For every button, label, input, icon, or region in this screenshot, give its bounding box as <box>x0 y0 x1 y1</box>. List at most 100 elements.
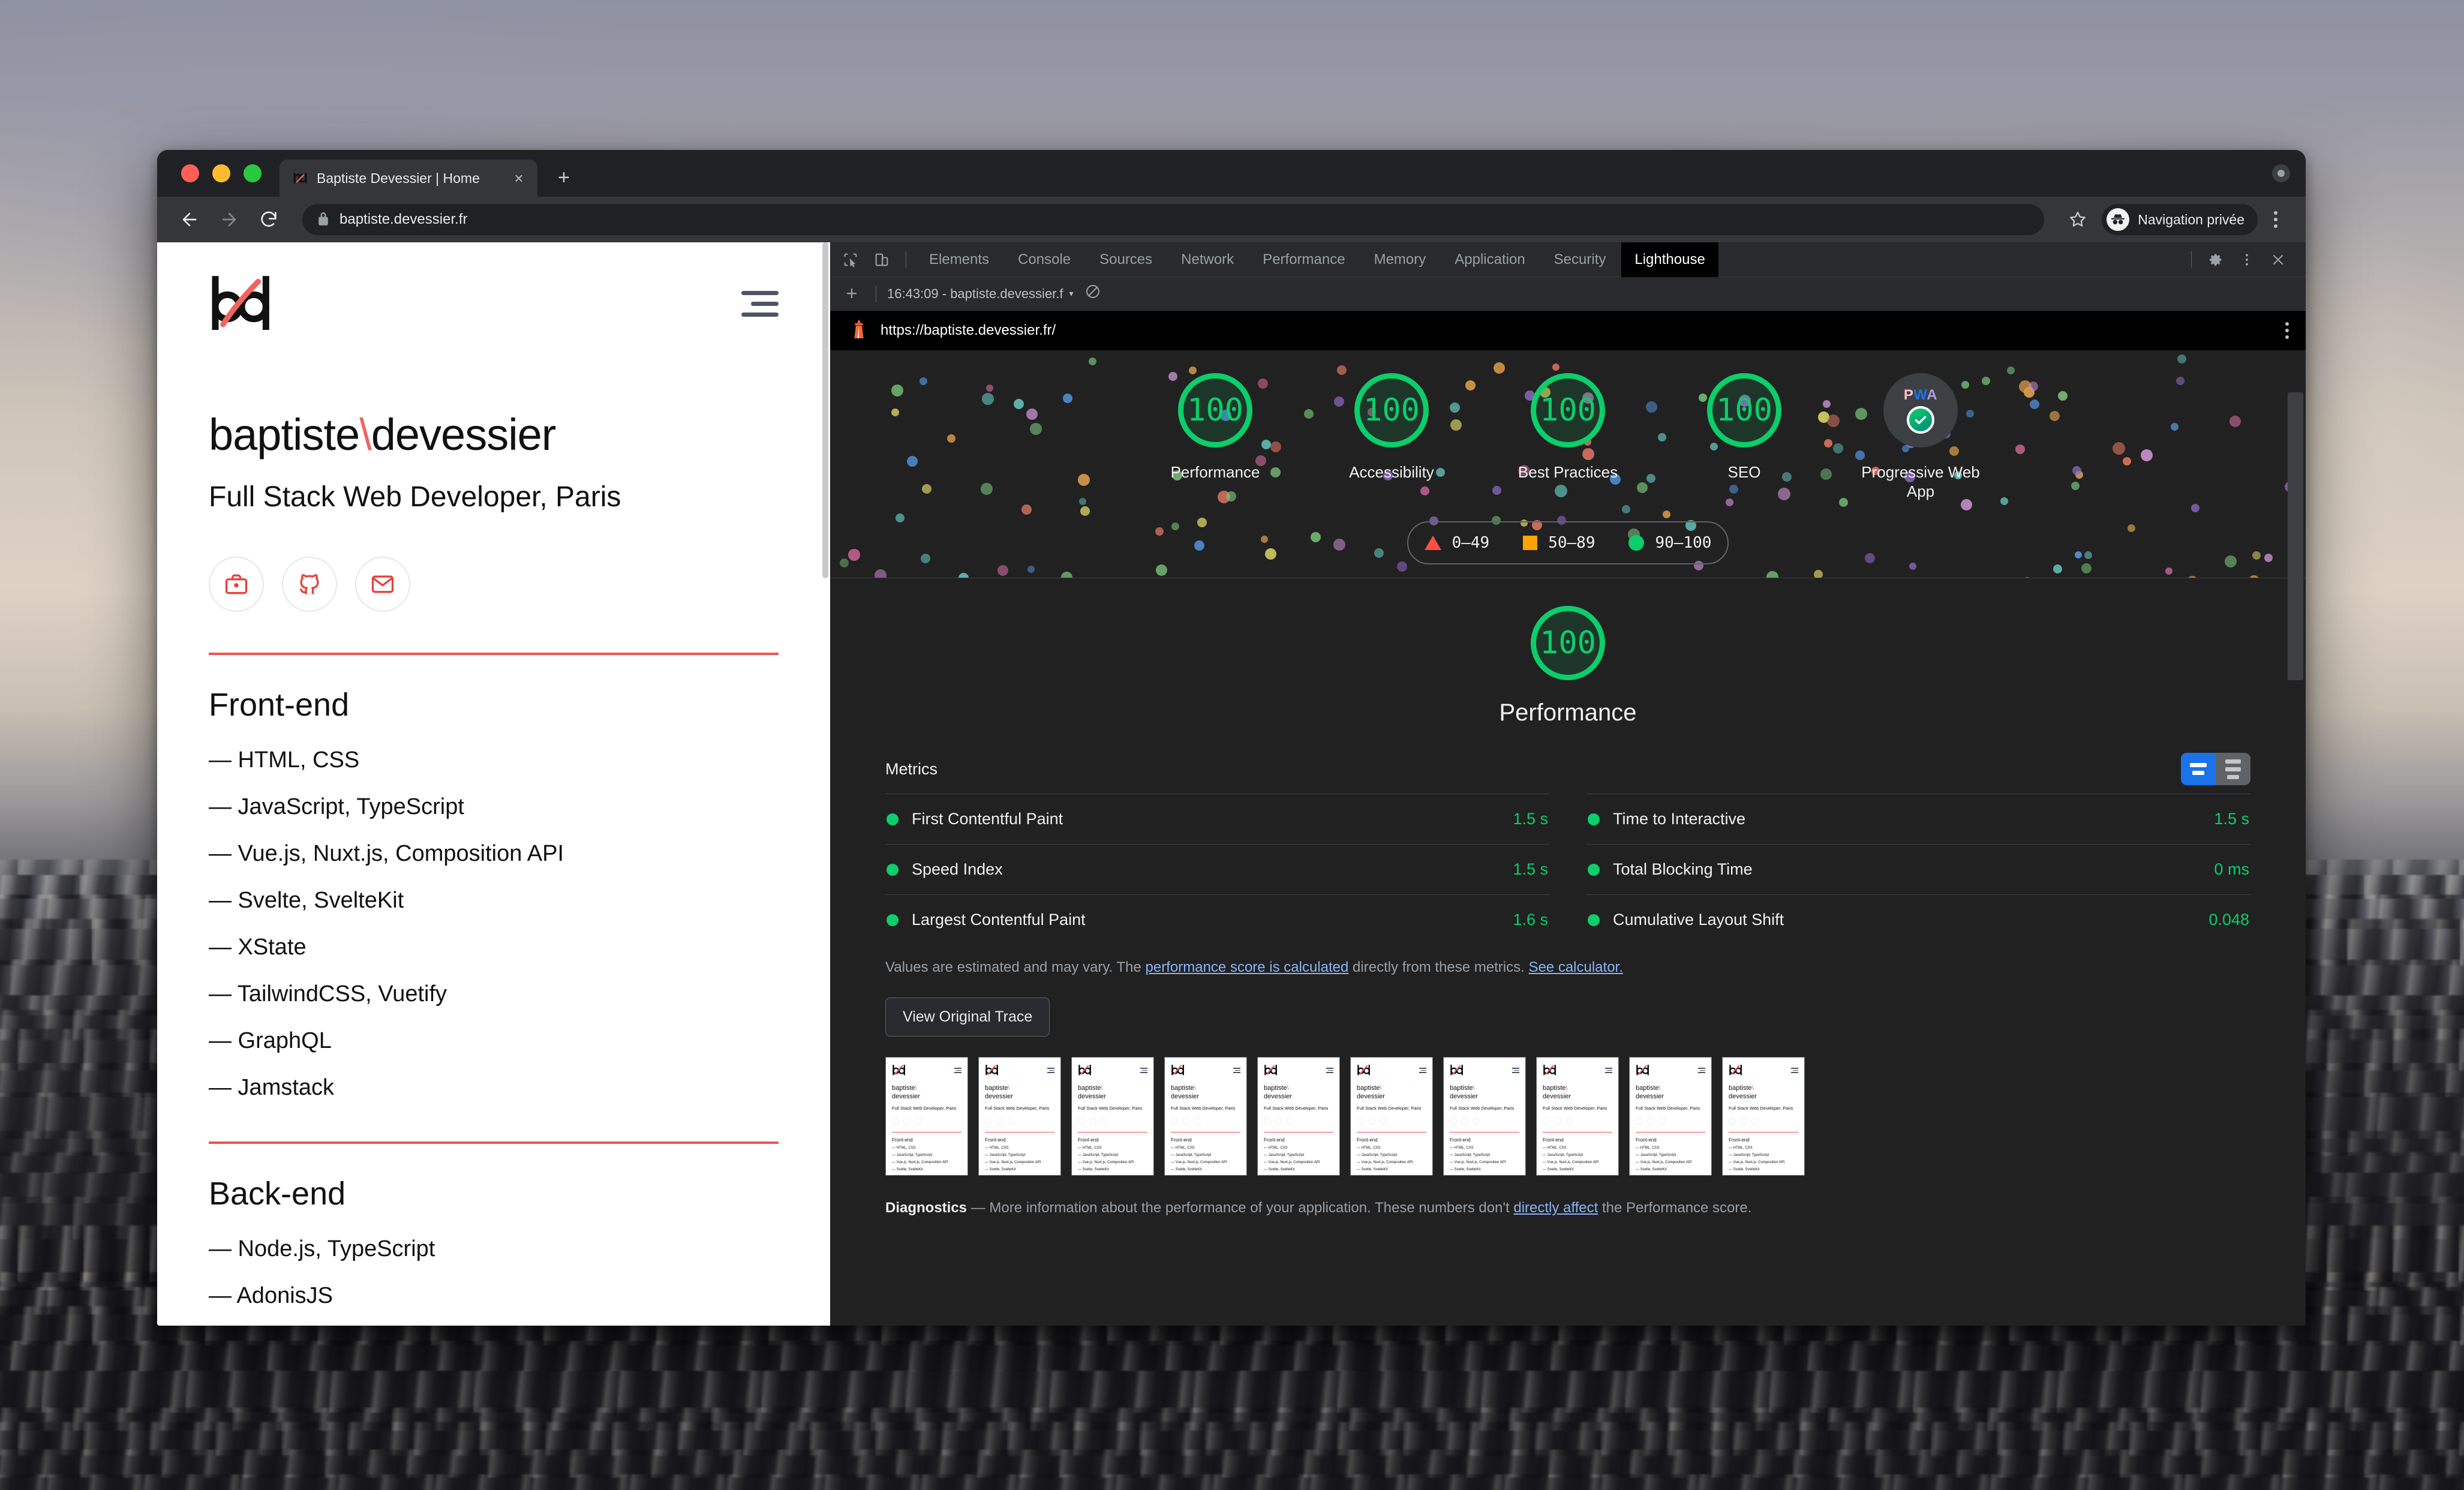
site-scrollbar[interactable] <box>822 242 828 578</box>
filmstrip-frame: baptiste\ devessier Full Stack Web Develop… <box>1536 1057 1619 1176</box>
metric-row[interactable]: Time to Interactive 1.5 s <box>1586 794 2250 844</box>
list-item: — JavaScript, TypeScript <box>209 794 464 819</box>
metrics-view-toggle[interactable] <box>2181 753 2250 786</box>
new-audit-button[interactable]: + <box>839 283 865 305</box>
diagnostics-dash: — <box>970 1200 985 1216</box>
performance-section: 100 Performance Metrics First Contentful… <box>830 578 2306 1243</box>
browser-menu-icon[interactable] <box>2261 203 2290 236</box>
lighthouse-scrollbar[interactable] <box>2288 392 2303 680</box>
legend-fail: 0–49 <box>1424 534 1489 552</box>
clear-all-icon[interactable] <box>1084 283 1101 304</box>
device-toolbar-icon[interactable] <box>867 245 896 274</box>
metrics-grid: First Contentful Paint 1.5 s Time to Int… <box>885 794 2250 945</box>
audited-url: https://baptiste.devessier.fr/ <box>881 322 1056 338</box>
filmstrip-frame: baptiste\ devessier Full Stack Web Develop… <box>1629 1057 1712 1176</box>
footnote-part2: directly from these metrics. <box>1348 959 1529 976</box>
filmstrip-frame: baptiste\ devessier Full Stack Web Develop… <box>1722 1057 1805 1176</box>
gauge-best-practices[interactable]: 100 Best Practices <box>1499 373 1637 482</box>
metric-row[interactable]: First Contentful Paint 1.5 s <box>885 794 1549 844</box>
performance-title: Performance <box>1499 699 1637 726</box>
more-options-icon[interactable] <box>2232 245 2261 274</box>
tab-memory[interactable]: Memory <box>1361 243 1440 277</box>
list-item: — XState <box>209 935 307 960</box>
report-more-icon[interactable] <box>2285 322 2289 339</box>
tab-favicon-icon <box>293 172 308 185</box>
metric-row[interactable]: Cumulative Layout Shift 0.048 <box>1586 894 2250 945</box>
filmstrip-frame: baptiste\ devessier Full Stack Web Develop… <box>885 1057 968 1176</box>
metric-name: Largest Contentful Paint <box>912 911 1086 929</box>
inspect-element-icon[interactable] <box>836 245 865 274</box>
view-original-trace-button[interactable]: View Original Trace <box>885 998 1050 1037</box>
browser-tab[interactable]: Baptiste Devessier | Home × <box>280 160 537 197</box>
close-window-button[interactable] <box>181 164 199 182</box>
metrics-heading: Metrics <box>885 759 937 778</box>
metrics-footnote: Values are estimated and may vary. The p… <box>830 945 2306 976</box>
address-bar[interactable]: baptiste.devessier.fr <box>302 204 2045 235</box>
devtools-tab-bar: Elements Console Sources Network Perform… <box>830 242 2306 277</box>
filmstrip-frame: baptiste\ devessier Full Stack Web Develop… <box>1350 1057 1433 1176</box>
tab-performance[interactable]: Performance <box>1249 243 1358 277</box>
performance-hero: 100 Performance <box>830 606 2306 726</box>
status-dot <box>1588 863 1600 876</box>
briefcase-icon[interactable] <box>209 557 264 612</box>
expanded-view-icon[interactable] <box>2216 753 2250 786</box>
hamburger-menu-icon[interactable] <box>741 290 779 317</box>
triangle-icon <box>1424 536 1441 551</box>
minimize-window-button[interactable] <box>212 164 230 182</box>
metrics-header: Metrics <box>885 753 2250 786</box>
reload-button[interactable] <box>252 203 286 236</box>
window-controls-extra[interactable] <box>2272 164 2290 182</box>
maximize-window-button[interactable] <box>244 164 262 182</box>
tab-elements[interactable]: Elements <box>916 243 1002 277</box>
pwa-badge: PWA <box>1883 373 1958 447</box>
gauge-accessibility[interactable]: 100 Accessibility <box>1323 373 1461 482</box>
back-button[interactable] <box>173 203 206 236</box>
gauge-performance[interactable]: 100 Performance <box>1146 373 1284 482</box>
list-item: — Vue.js, Nuxt.js, Composition API <box>209 841 564 866</box>
email-icon[interactable] <box>355 557 410 612</box>
new-tab-button[interactable]: + <box>548 162 579 193</box>
metric-row[interactable]: Total Blocking Time 0 ms <box>1586 844 2250 894</box>
tab-console[interactable]: Console <box>1005 243 1084 277</box>
devtools-panel: Elements Console Sources Network Perform… <box>830 242 2306 1326</box>
close-devtools-icon[interactable] <box>2264 245 2292 274</box>
tab-sources[interactable]: Sources <box>1086 243 1165 277</box>
section-divider <box>209 653 779 655</box>
lock-icon <box>317 211 330 229</box>
tab-application[interactable]: Application <box>1441 243 1538 277</box>
performance-score: 100 <box>1540 625 1596 662</box>
directly-affect-link[interactable]: directly affect <box>1513 1200 1598 1216</box>
site-name-first: baptiste <box>209 410 360 459</box>
metric-value: 1.5 s <box>1513 810 1548 828</box>
incognito-icon <box>2107 208 2130 231</box>
compact-view-icon[interactable] <box>2181 753 2216 786</box>
gauge-seo[interactable]: 100 SEO <box>1675 373 1813 482</box>
star-icon[interactable] <box>2061 203 2095 236</box>
forward-button[interactable] <box>212 203 246 236</box>
status-dot <box>887 863 899 876</box>
filmstrip-frame: baptiste\ devessier Full Stack Web Develop… <box>978 1057 1061 1176</box>
tab-network[interactable]: Network <box>1168 243 1247 277</box>
settings-gear-icon[interactable] <box>2201 245 2230 274</box>
github-icon[interactable] <box>282 557 337 612</box>
filmstrip-frame: baptiste\ devessier Full Stack Web Develop… <box>1257 1057 1340 1176</box>
tab-lighthouse[interactable]: Lighthouse <box>1621 242 1718 277</box>
legend-average: 50–89 <box>1523 534 1595 552</box>
close-tab-button[interactable]: × <box>509 168 529 188</box>
metric-row[interactable]: Speed Index 1.5 s <box>885 844 1549 894</box>
metric-name: First Contentful Paint <box>912 810 1063 828</box>
bd-monogram-logo[interactable] <box>209 276 275 331</box>
list-item: — Jamstack <box>209 1075 335 1100</box>
incognito-indicator[interactable]: Navigation privée <box>2102 204 2258 235</box>
tab-security[interactable]: Security <box>1541 243 1619 277</box>
gauge-pwa[interactable]: PWA Progressive Web App <box>1852 373 1990 501</box>
performance-score-link[interactable]: performance score is calculated <box>1146 959 1349 975</box>
score-gauges-section: 100 Performance 100 Accessibility 100 Be… <box>830 350 2306 578</box>
see-calculator-link[interactable]: See calculator. <box>1528 959 1622 975</box>
pwa-check-icon <box>1907 406 1934 434</box>
website-viewport: baptiste\devessier Full Stack Web Develo… <box>157 242 830 1326</box>
tab-title: Baptiste Devessier | Home <box>317 170 480 186</box>
metric-name: Time to Interactive <box>1613 810 1746 828</box>
metric-row[interactable]: Largest Contentful Paint 1.6 s <box>885 894 1549 945</box>
run-selector[interactable]: 16:43:09 - baptiste.devessier.f ▾ <box>887 286 1074 302</box>
